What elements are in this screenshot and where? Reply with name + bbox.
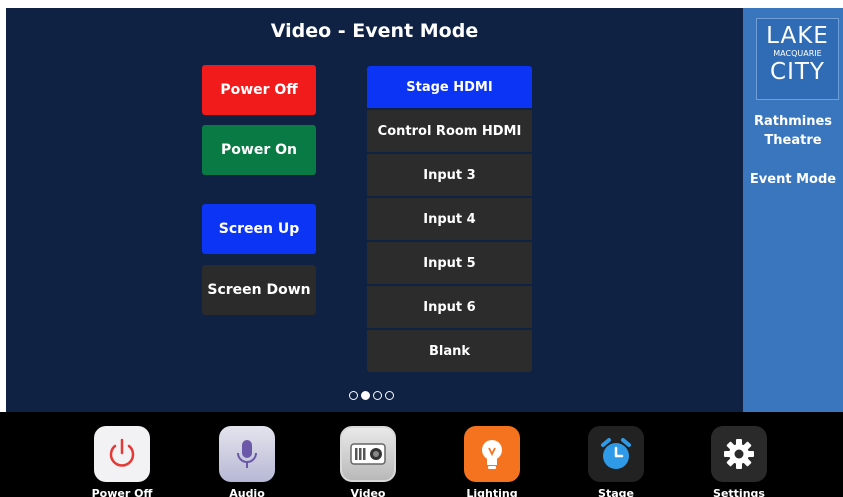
source-blank[interactable]: Blank — [367, 330, 532, 372]
nav-label: Lighting — [466, 487, 518, 497]
page-dot-active[interactable] — [361, 391, 370, 400]
nav-label: Audio — [229, 487, 265, 497]
nav-stage[interactable]: Stage — [571, 426, 661, 497]
screen-up-button[interactable]: Screen Up — [202, 204, 316, 254]
main-panel: Video - Event Mode Power Off Power On Sc… — [6, 8, 743, 412]
source-list: Stage HDMI Control Room HDMI Input 3 Inp… — [367, 66, 532, 374]
nav-label: Video — [350, 487, 386, 497]
source-input-6[interactable]: Input 6 — [367, 286, 532, 328]
nav-video[interactable]: Video — [323, 426, 413, 497]
nav-label: Stage — [598, 487, 634, 497]
alarm-clock-icon — [588, 426, 644, 482]
power-icon — [94, 426, 150, 482]
lightbulb-icon — [464, 426, 520, 482]
nav-settings[interactable]: Settings — [694, 426, 784, 497]
page-dot[interactable] — [373, 391, 382, 400]
venue-line-1: Rathmines — [753, 114, 833, 129]
page-indicator — [349, 391, 394, 400]
nav-label: Settings — [713, 487, 765, 497]
nav-power-off[interactable]: Power Off — [77, 426, 167, 497]
mode-label: Event Mode — [749, 172, 837, 187]
source-stage-hdmi[interactable]: Stage HDMI — [367, 66, 532, 108]
source-input-4[interactable]: Input 4 — [367, 198, 532, 240]
source-control-room-hdmi[interactable]: Control Room HDMI — [367, 110, 532, 152]
source-input-5[interactable]: Input 5 — [367, 242, 532, 284]
sidebar: LAKE MACQUARIE CITY Rathmines Theatre Ev… — [743, 8, 843, 412]
page-title: Video - Event Mode — [270, 20, 479, 42]
microphone-icon — [219, 426, 275, 482]
logo-line-3: CITY — [770, 59, 825, 85]
venue-line-2: Theatre — [764, 133, 822, 148]
logo-line-1: LAKE — [766, 23, 829, 49]
venue-name: Rathmines Theatre — [743, 112, 843, 150]
projector-icon — [340, 426, 396, 482]
nav-audio[interactable]: Audio — [202, 426, 292, 497]
power-off-button[interactable]: Power Off — [202, 65, 316, 115]
gear-icon — [711, 426, 767, 482]
nav-lighting[interactable]: Lighting — [447, 426, 537, 497]
screen-down-button[interactable]: Screen Down — [202, 265, 316, 315]
page-dot[interactable] — [385, 391, 394, 400]
source-input-3[interactable]: Input 3 — [367, 154, 532, 196]
bottom-nav: Power Off Audio Video Lighting Stage Set… — [0, 412, 843, 497]
lake-macquarie-city-logo: LAKE MACQUARIE CITY — [756, 18, 839, 100]
nav-label: Power Off — [91, 487, 153, 497]
page-dot[interactable] — [349, 391, 358, 400]
logo-line-2: MACQUARIE — [773, 49, 822, 58]
power-on-button[interactable]: Power On — [202, 125, 316, 175]
